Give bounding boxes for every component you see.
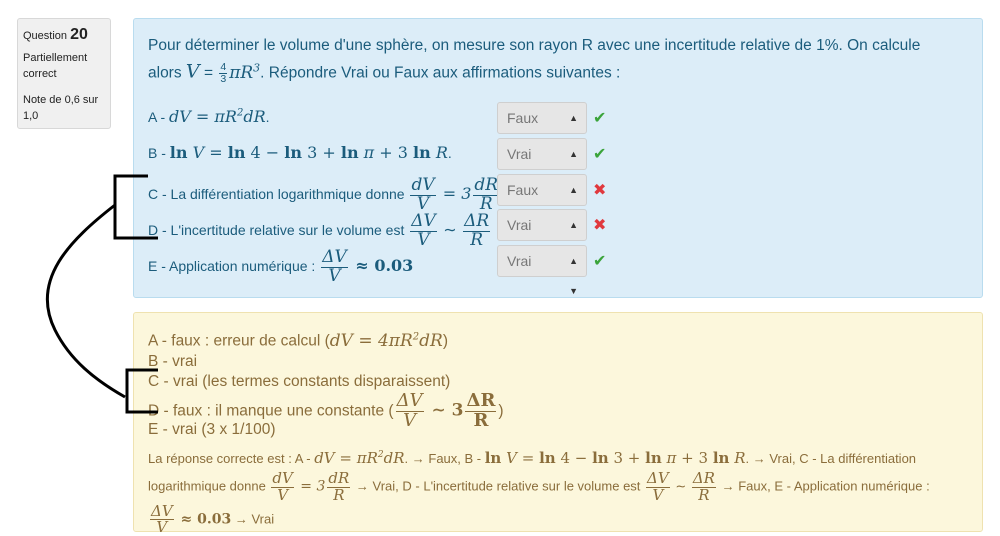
question-grade: Note de 0,6 sur 1,0 — [23, 94, 99, 122]
check-icon: ✔ — [593, 110, 607, 127]
feedback-line-d: D - faux : il manque une constante (ΔV V … — [148, 389, 504, 431]
statement-a: A - dV = πR2dR. — [148, 107, 270, 126]
statement-c: C - La différentiation logarithmique don… — [148, 175, 500, 214]
answer-select-e[interactable]: Vrai ▲ ▼ — [497, 245, 587, 296]
answer-select-c[interactable]: Faux ▲▼ — [497, 174, 587, 225]
feedback-line-b: B - vrai — [148, 352, 198, 370]
updown-arrows-icon: ▲▼ — [569, 256, 578, 296]
feedback-line-e: E - vrai (3 x 1/100) — [148, 420, 276, 438]
statement-d: D - L'incertitude relative sur le volume… — [148, 211, 491, 250]
check-icon: ✔ — [593, 253, 607, 270]
question-formulation: Pour déterminer le volume d'une sphère, … — [133, 18, 983, 298]
question-info: Question 20 Partiellement correct Note d… — [17, 18, 111, 129]
cross-icon: ✖ — [593, 182, 607, 199]
question-state: Partiellement correct — [23, 52, 88, 80]
statement-e: E - Application numérique : ΔV V ≈ 0.03 — [148, 247, 414, 286]
cross-icon: ✖ — [593, 217, 607, 234]
question-label: Question — [23, 30, 68, 42]
check-icon: ✔ — [593, 146, 607, 163]
answer-select-d[interactable]: Vrai ▲▼ — [497, 209, 587, 260]
answer-select-b[interactable]: Vrai ▲▼ — [497, 138, 587, 189]
feedback-line-c: C - vrai (les termes constants disparais… — [148, 372, 451, 390]
statement-b: B - ln V = ln 4 − ln 3 + ln π + 3 ln R. — [148, 143, 452, 162]
general-feedback: A - faux : erreur de calcul (dV = 4πR2dR… — [148, 327, 504, 440]
feedback-panel: A - faux : erreur de calcul (dV = 4πR2dR… — [133, 312, 983, 535]
question-number-line: Question 20 — [23, 26, 105, 44]
answer-select-a[interactable]: Faux ▲▼ — [497, 102, 587, 153]
question-number: 20 — [70, 26, 88, 43]
question-text: Pour déterminer le volume d'une sphère, … — [148, 37, 921, 86]
right-answer: La réponse correcte est : A - dV = πR2dR… — [148, 449, 930, 536]
feedback-line-a: A - faux : erreur de calcul (dV = 4πR2dR… — [148, 330, 449, 351]
